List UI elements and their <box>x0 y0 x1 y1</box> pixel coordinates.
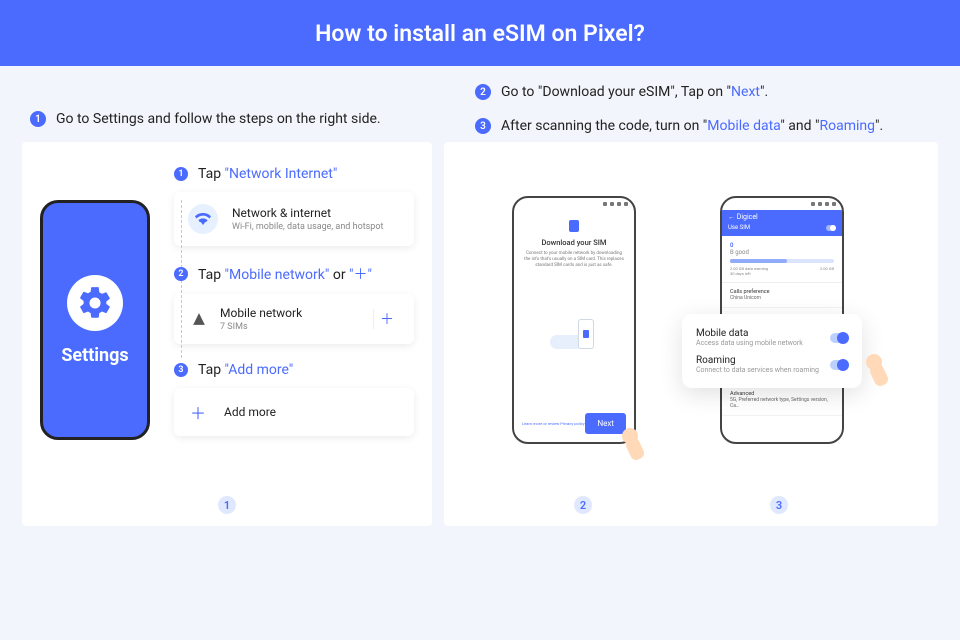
roaming-link-text: Roaming <box>819 118 875 134</box>
mockup-download-sim: Download your SIM Connect to your mobile… <box>512 196 662 444</box>
toggles-popover: Mobile data Access data using mobile net… <box>682 314 862 388</box>
instruction-row: 1 Go to Settings and follow the steps on… <box>0 66 960 142</box>
next-button[interactable]: Next <box>585 413 626 434</box>
hero-banner: How to install an eSIM on Pixel? <box>0 0 960 66</box>
plus-icon: ＋ <box>190 400 206 424</box>
step-badge-3: 3 <box>475 118 491 134</box>
add-more-card[interactable]: ＋ Add more <box>174 388 414 436</box>
mobile-card-sub: 7 SIMs <box>220 322 373 332</box>
right-panel: Download your SIM Connect to your mobile… <box>444 142 938 526</box>
network-card-sub: Wi-Fi, mobile, data usage, and hotspot <box>232 222 400 232</box>
next-link-text: Next <box>731 84 760 100</box>
add-more-title: Add more <box>224 405 400 419</box>
network-card-title: Network & internet <box>232 206 400 220</box>
mockup-carrier-settings: ← Digicel Use SIM 0B good 2.00 GB data w… <box>720 196 870 444</box>
data-usage-section: 0B good 2.00 GB data warning 2.00 GB 30 … <box>722 236 842 283</box>
roaming-toggle[interactable] <box>830 360 848 370</box>
gear-icon <box>76 284 114 322</box>
usage-bar <box>730 259 834 263</box>
use-sim-toggle[interactable] <box>826 225 836 231</box>
privacy-link[interactable]: Learn more or review Privacy policy <box>522 421 585 426</box>
page-title: How to install an eSIM on Pixel? <box>315 20 645 47</box>
plus-icon[interactable]: ＋ <box>373 309 400 329</box>
mobile-data-row: Mobile data Access data using mobile net… <box>696 324 848 351</box>
step-3-instruction: 3 After scanning the code, turn on "Mobi… <box>475 118 936 134</box>
network-internet-card[interactable]: Network & internet Wi-Fi, mobile, data u… <box>174 192 414 246</box>
roaming-row: Roaming Connect to data services when ro… <box>696 351 848 378</box>
substep-1: 1 Tap "Network Internet" Network & inter… <box>174 166 414 246</box>
settings-label: Settings <box>61 345 128 366</box>
substep-badge-3: 3 <box>174 363 188 377</box>
mobile-card-title: Mobile network <box>220 306 373 320</box>
tap-finger-icon <box>862 354 888 388</box>
download-sim-heading: Download your SIM <box>514 238 634 247</box>
left-panel: Settings 1 Tap "Network Internet" Networ… <box>22 142 432 526</box>
settings-phone-frame: Settings <box>40 200 150 440</box>
wifi-icon-circle <box>188 204 218 234</box>
download-sim-body: Connect to your mobile network by downlo… <box>514 251 634 269</box>
step-1-text: Go to Settings and follow the steps on t… <box>56 111 381 127</box>
substep-badge-2: 2 <box>174 267 188 281</box>
panel-badge-2: 2 <box>574 496 592 514</box>
gear-icon-circle <box>67 275 123 331</box>
advanced-row[interactable]: Advanced 5G, Preferred network type, Set… <box>722 385 842 416</box>
cellular-icon <box>192 312 206 326</box>
substep-badge-1: 1 <box>174 167 188 181</box>
panel-badge-3: 3 <box>770 496 788 514</box>
substep-2: 2 Tap "Mobile network" or "＋" Mobile net… <box>174 264 414 344</box>
download-illustration <box>550 305 598 349</box>
step-1-instruction: 1 Go to Settings and follow the steps on… <box>30 111 381 127</box>
panel-badge-1: 1 <box>218 496 236 514</box>
mobile-network-card[interactable]: Mobile network 7 SIMs ＋ <box>174 294 414 344</box>
calls-preference-row[interactable]: Calls preference China Unicom <box>722 283 842 308</box>
wifi-icon <box>195 211 211 227</box>
mobile-data-toggle[interactable] <box>830 333 848 343</box>
step-badge-2: 2 <box>475 84 491 100</box>
step-badge-1: 1 <box>30 111 46 127</box>
carrier-name: ← Digicel <box>728 213 836 221</box>
sim-icon <box>569 220 579 232</box>
mobile-data-link-text: Mobile data <box>707 118 780 134</box>
substep-3: 3 Tap "Add more" ＋ Add more <box>174 362 414 436</box>
step-2-instruction: 2 Go to "Download your eSIM", Tap on "Ne… <box>475 84 936 100</box>
use-sim-label: Use SIM <box>728 224 750 231</box>
